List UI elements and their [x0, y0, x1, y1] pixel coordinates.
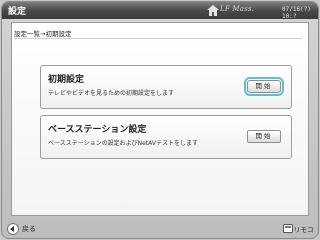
brand-logo: LF Mass. — [220, 5, 255, 13]
card-description: テレビやビデオを見るための初期設定をします — [48, 90, 175, 97]
card-base-station-setup: ベースステーション設定 ベースステーションの設定およびNetAVテストをします … — [40, 115, 292, 159]
card-title: ベースステーション設定 — [48, 125, 147, 135]
title-bar: 設定 LF Mass. 07/16(?) 10:? — [2, 2, 318, 20]
bottom-bar: 戻る リモコン — [2, 220, 318, 238]
breadcrumb-divider — [14, 38, 302, 39]
remote-button[interactable]: リモコン — [294, 224, 318, 238]
card-title: 初期設定 — [48, 75, 85, 85]
start-button-initial-setup[interactable]: 開始 — [244, 77, 284, 96]
content-panel: 設定一覧→初期設定 初期設定 テレビやビデオを見るための初期設定をします 開始 … — [11, 22, 309, 216]
back-icon[interactable] — [7, 223, 19, 235]
breadcrumb: 設定一覧→初期設定 — [14, 30, 72, 38]
card-initial-setup: 初期設定 テレビやビデオを見るための初期設定をします 開始 — [40, 65, 292, 109]
home-icon[interactable] — [207, 5, 219, 16]
remote-icon[interactable] — [283, 224, 293, 233]
datetime: 07/16(?) 10:? — [282, 6, 311, 20]
device-frame: 設定 LF Mass. 07/16(?) 10:? 設定一覧→初期設定 初期設定… — [1, 1, 319, 239]
start-button-base-station[interactable]: 開始 — [247, 130, 281, 143]
back-button[interactable]: 戻る — [22, 224, 36, 234]
card-description: ベースステーションの設定およびNetAVテストをします — [48, 140, 198, 147]
window-title: 設定 — [8, 7, 27, 17]
